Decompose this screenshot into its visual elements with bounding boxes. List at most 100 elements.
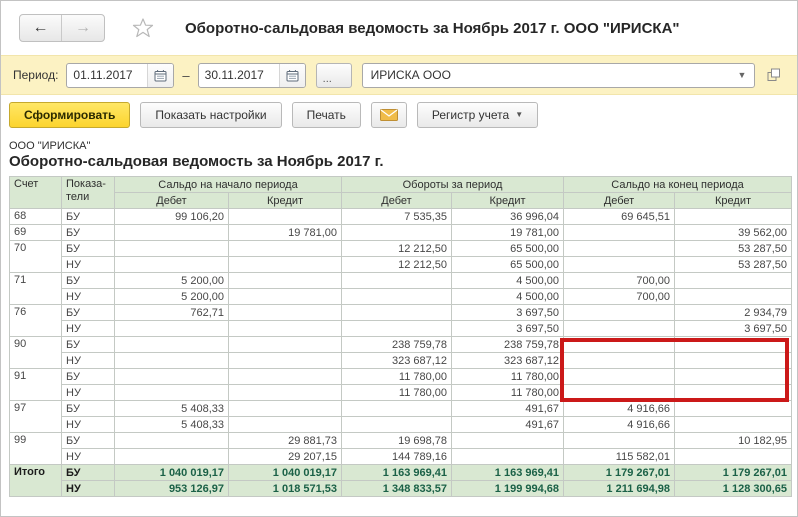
value-cell[interactable] [229,385,342,401]
value-cell[interactable] [229,321,342,337]
value-cell[interactable]: 491,67 [452,401,564,417]
send-email-button[interactable] [371,102,407,128]
indicator-cell[interactable]: БУ [62,465,115,481]
value-cell[interactable]: 1 179 267,01 [675,465,792,481]
value-cell[interactable] [342,417,452,433]
value-cell[interactable] [564,321,675,337]
value-cell[interactable]: 1 199 994,68 [452,481,564,497]
value-cell[interactable]: 53 287,50 [675,241,792,257]
value-cell[interactable] [115,449,229,465]
value-cell[interactable]: 4 916,66 [564,417,675,433]
value-cell[interactable] [452,433,564,449]
value-cell[interactable] [115,241,229,257]
value-cell[interactable] [229,305,342,321]
value-cell[interactable] [675,449,792,465]
value-cell[interactable]: 115 582,01 [564,449,675,465]
value-cell[interactable]: 69 645,51 [564,209,675,225]
value-cell[interactable]: 1 128 300,65 [675,481,792,497]
indicator-cell[interactable]: НУ [62,257,115,273]
value-cell[interactable]: 5 200,00 [115,273,229,289]
value-cell[interactable]: 53 287,50 [675,257,792,273]
accounting-register-button[interactable]: Регистр учета ▼ [417,102,538,128]
value-cell[interactable] [115,353,229,369]
value-cell[interactable]: 36 996,04 [452,209,564,225]
value-cell[interactable]: 65 500,00 [452,241,564,257]
value-cell[interactable] [115,369,229,385]
back-button[interactable]: ← [20,15,62,41]
value-cell[interactable]: 11 780,00 [452,369,564,385]
value-cell[interactable]: 238 759,78 [342,337,452,353]
value-cell[interactable]: 4 500,00 [452,273,564,289]
value-cell[interactable]: 10 182,95 [675,433,792,449]
organization-value[interactable]: ИРИСКА ООО [363,68,730,82]
print-button[interactable]: Печать [292,102,361,128]
value-cell[interactable] [564,369,675,385]
value-cell[interactable] [229,289,342,305]
value-cell[interactable]: 1 163 969,41 [452,465,564,481]
value-cell[interactable] [342,401,452,417]
account-cell[interactable]: 71 [10,273,62,305]
indicator-cell[interactable]: НУ [62,385,115,401]
value-cell[interactable]: 323 687,12 [342,353,452,369]
indicator-cell[interactable]: НУ [62,481,115,497]
date-to-calendar-button[interactable] [279,64,305,87]
account-cell[interactable]: Итого [10,465,62,497]
value-cell[interactable]: 1 211 694,98 [564,481,675,497]
value-cell[interactable]: 700,00 [564,289,675,305]
indicator-cell[interactable]: БУ [62,225,115,241]
value-cell[interactable]: 39 562,00 [675,225,792,241]
value-cell[interactable] [675,417,792,433]
value-cell[interactable]: 238 759,78 [452,337,564,353]
organization-open-button[interactable] [761,63,787,88]
value-cell[interactable]: 1 179 267,01 [564,465,675,481]
value-cell[interactable]: 1 040 019,17 [229,465,342,481]
account-cell[interactable]: 99 [10,433,62,465]
value-cell[interactable]: 1 040 019,17 [115,465,229,481]
date-to-field[interactable]: 30.11.2017 [198,63,306,88]
value-cell[interactable] [675,273,792,289]
indicator-cell[interactable]: БУ [62,209,115,225]
value-cell[interactable]: 19 698,78 [342,433,452,449]
date-to-value[interactable]: 30.11.2017 [199,68,279,82]
date-from-field[interactable]: 01.11.2017 [66,63,174,88]
value-cell[interactable]: 29 881,73 [229,433,342,449]
show-settings-button[interactable]: Показать настройки [140,102,281,128]
value-cell[interactable] [564,353,675,369]
value-cell[interactable]: 3 697,50 [452,305,564,321]
indicator-cell[interactable]: БУ [62,369,115,385]
value-cell[interactable]: 4 916,66 [564,401,675,417]
value-cell[interactable]: 7 535,35 [342,209,452,225]
indicator-cell[interactable]: НУ [62,417,115,433]
value-cell[interactable]: 2 934,79 [675,305,792,321]
value-cell[interactable] [675,353,792,369]
value-cell[interactable]: 3 697,50 [452,321,564,337]
date-from-value[interactable]: 01.11.2017 [67,68,147,82]
indicator-cell[interactable]: НУ [62,353,115,369]
value-cell[interactable] [115,433,229,449]
value-cell[interactable] [452,449,564,465]
value-cell[interactable]: 1 163 969,41 [342,465,452,481]
indicator-cell[interactable]: БУ [62,241,115,257]
account-cell[interactable]: 70 [10,241,62,273]
value-cell[interactable]: 700,00 [564,273,675,289]
value-cell[interactable]: 99 106,20 [115,209,229,225]
value-cell[interactable] [675,209,792,225]
value-cell[interactable]: 5 408,33 [115,401,229,417]
indicator-cell[interactable]: НУ [62,289,115,305]
value-cell[interactable] [342,321,452,337]
value-cell[interactable]: 19 781,00 [229,225,342,241]
value-cell[interactable] [229,273,342,289]
value-cell[interactable]: 11 780,00 [342,369,452,385]
value-cell[interactable] [675,369,792,385]
value-cell[interactable]: 5 200,00 [115,289,229,305]
value-cell[interactable]: 3 697,50 [675,321,792,337]
value-cell[interactable] [564,385,675,401]
account-cell[interactable]: 69 [10,225,62,241]
account-cell[interactable]: 97 [10,401,62,433]
value-cell[interactable] [229,369,342,385]
indicator-cell[interactable]: НУ [62,321,115,337]
indicator-cell[interactable]: БУ [62,337,115,353]
indicator-cell[interactable]: БУ [62,401,115,417]
value-cell[interactable] [115,225,229,241]
date-from-calendar-button[interactable] [147,64,173,87]
